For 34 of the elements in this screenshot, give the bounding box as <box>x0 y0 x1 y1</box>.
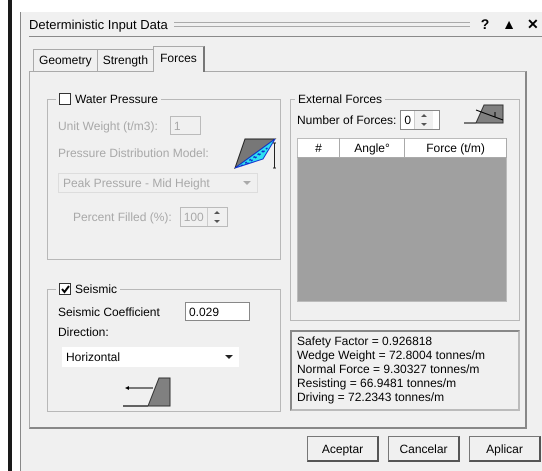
title-bar-button[interactable]: ? <box>476 16 494 32</box>
checkbox[interactable] <box>59 283 71 295</box>
result-line: Normal Force = 9.30327 tonnes/m <box>297 362 480 376</box>
check-icon <box>60 284 70 294</box>
water-pressure-diagram-icon <box>233 137 277 169</box>
field-label: Seismic Coefficient <box>58 304 160 318</box>
dropdown[interactable]: Horizontal <box>62 347 239 367</box>
field-label: Pressure Distribution Model: <box>58 146 209 160</box>
dialog-button[interactable]: Cancelar <box>388 436 460 462</box>
result-line: Resisting = 66.9481 tonnes/m <box>297 376 458 390</box>
checkbox-label: Water Pressure <box>75 92 158 106</box>
slope-with-arrow-icon <box>123 377 171 407</box>
field-label: Direction: <box>58 325 110 339</box>
title-bar-button[interactable]: ✕ <box>524 16 542 32</box>
title-bar-button[interactable]: ▲ <box>500 16 518 32</box>
field-label: Percent Filled (%): <box>73 210 172 224</box>
column-header[interactable]: # <box>298 138 340 158</box>
group-title: External Forces <box>298 92 382 106</box>
tab[interactable]: Forces <box>153 46 205 72</box>
dialog-button[interactable]: Aceptar <box>307 436 379 462</box>
result-line: Safety Factor = 0.926818 <box>297 334 434 348</box>
window-title: Deterministic Input Data <box>29 16 168 32</box>
input-field[interactable]: 0.029 <box>185 302 250 321</box>
spin-box[interactable]: 0 <box>400 110 440 130</box>
result-line: Wedge Weight = 72.8004 tonnes/m <box>297 348 486 362</box>
field-label: Unit Weight (t/m3): <box>58 118 158 132</box>
column-header[interactable]: Force (t/m) <box>404 138 506 158</box>
checkbox-label: Seismic <box>75 282 118 296</box>
dialog-button[interactable]: Aplicar <box>469 436 541 462</box>
slope-with-force-icon <box>464 102 504 124</box>
result-line: Driving = 72.2343 tonnes/m <box>297 390 446 404</box>
tab[interactable]: Geometry <box>33 49 98 71</box>
column-header[interactable]: Angle° <box>339 138 405 158</box>
field-label: Number of Forces: <box>297 113 396 127</box>
